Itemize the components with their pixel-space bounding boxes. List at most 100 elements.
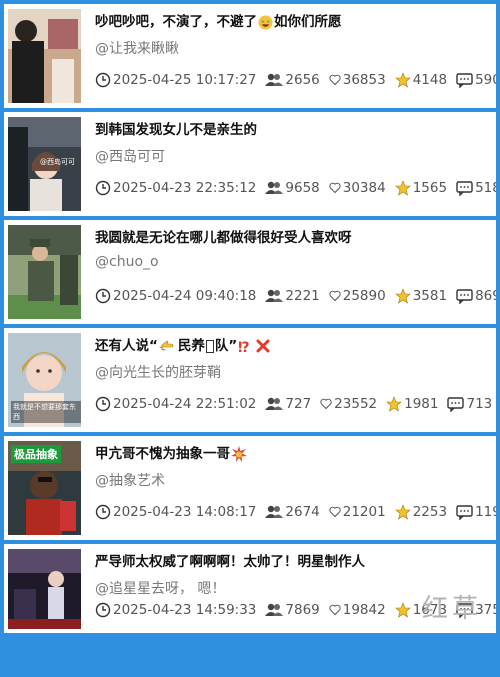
cross-mark-icon xyxy=(256,339,270,353)
item-users-count: 9658 xyxy=(285,180,320,196)
clock-icon xyxy=(95,288,111,304)
clock-icon xyxy=(95,180,111,196)
item-time: 2025-04-24 09:40:18 xyxy=(113,288,257,304)
clock-icon xyxy=(95,396,111,412)
item-comments-count: 590 xyxy=(475,72,496,88)
item-comments-count: 518 xyxy=(475,180,496,196)
item-likes-count: 25890 xyxy=(342,288,386,304)
item-comments-count: 1193 xyxy=(475,504,496,520)
exclamation-question-icon: ⁉ xyxy=(238,340,250,354)
item-stars-count: 2253 xyxy=(412,504,448,520)
svg-text:⁉: ⁉ xyxy=(238,340,250,354)
item-time: 2025-04-23 14:08:17 xyxy=(113,504,257,520)
item-users-count: 2221 xyxy=(285,288,320,304)
missing-glyph xyxy=(205,339,214,353)
clock-icon xyxy=(95,72,111,88)
video-thumbnail[interactable]: @西岛可可 xyxy=(8,117,81,211)
item-stats: 2025-04-24 22:51:02 727 23552 1981 713 xyxy=(95,396,496,412)
item-stats: 2025-04-25 10:17:27 2656 36853 4148 590 xyxy=(95,72,496,88)
users-icon xyxy=(265,397,284,410)
feed-item[interactable]: 我圆就是无论在哪儿都做得很好受人喜欢呀 @chuo_o 2025-04-24 0… xyxy=(4,220,496,324)
thumbnail-image xyxy=(8,549,81,629)
video-thumbnail[interactable]: 我就是不想要那套东西 xyxy=(8,333,81,427)
item-title[interactable]: 我圆就是无论在哪儿都做得很好受人喜欢呀 xyxy=(95,226,488,246)
thumbnail-image xyxy=(8,225,81,319)
item-title[interactable]: 吵吧吵吧，不演了，不避了 如你们所愿 xyxy=(95,10,488,30)
item-stats: 2025-04-23 22:35:12 9658 30384 1565 518 xyxy=(95,180,496,196)
users-icon xyxy=(265,181,284,194)
item-users-count: 2674 xyxy=(285,504,320,520)
item-stats: 2025-04-23 14:08:17 2674 21201 2253 1193 xyxy=(95,504,496,520)
item-author[interactable]: @让我来瞅瞅 xyxy=(95,38,179,58)
comment-icon[interactable] xyxy=(456,504,473,520)
item-likes-count: 30384 xyxy=(342,180,386,196)
heart-icon[interactable] xyxy=(320,398,332,410)
star-icon[interactable] xyxy=(394,288,411,304)
item-time: 2025-04-25 10:17:27 xyxy=(113,72,257,88)
comment-icon[interactable] xyxy=(456,288,473,304)
item-time: 2025-04-23 14:59:33 xyxy=(113,602,257,618)
item-users-count: 2656 xyxy=(285,72,320,88)
star-icon[interactable] xyxy=(394,602,411,618)
comment-icon[interactable] xyxy=(456,180,473,196)
users-icon xyxy=(265,73,284,86)
video-thumbnail[interactable] xyxy=(8,549,81,629)
star-icon[interactable] xyxy=(394,180,411,196)
video-thumbnail[interactable] xyxy=(8,9,81,103)
item-stars-count: 1565 xyxy=(412,180,448,196)
video-thumbnail[interactable] xyxy=(8,225,81,319)
item-likes-count: 19842 xyxy=(342,602,386,618)
feed-item[interactable]: 我就是不想要那套东西 还有人说“ 民养 队” ⁉ @向光生长的胚芽鞘 2025-04-… xyxy=(4,328,496,432)
item-author[interactable]: @追星星去呀， 嗯！ xyxy=(95,578,225,598)
item-likes-count: 23552 xyxy=(334,396,378,412)
heart-icon[interactable] xyxy=(329,604,341,616)
thumbnail-caption: 我就是不想要那套东西 xyxy=(11,401,81,423)
item-author[interactable]: @西岛可可 xyxy=(95,146,165,166)
feed-item[interactable]: 极品抽象 甲亢哥不愧为抽象一哥 @抽象艺术 2025-04-23 14:08:1… xyxy=(4,436,496,540)
pointing-hand-icon xyxy=(158,340,174,351)
item-title[interactable]: 到韩国发现女儿不是亲生的 xyxy=(95,118,488,138)
item-comments-count: 869 xyxy=(475,288,496,304)
video-feed: 吵吧吵吧，不演了，不避了 如你们所愿 @让我来瞅瞅 2025-04-25 10:1… xyxy=(4,4,496,673)
clock-icon xyxy=(95,504,111,520)
users-icon xyxy=(265,603,284,616)
item-time: 2025-04-24 22:51:02 xyxy=(113,396,257,412)
clock-icon xyxy=(95,602,111,618)
item-likes-count: 21201 xyxy=(342,504,386,520)
item-author[interactable]: @向光生长的胚芽鞘 xyxy=(95,362,221,382)
heart-icon[interactable] xyxy=(329,290,341,302)
explosion-icon xyxy=(231,446,247,462)
comment-icon[interactable] xyxy=(447,396,465,412)
heart-icon[interactable] xyxy=(329,506,341,518)
item-users-count: 727 xyxy=(285,396,312,412)
star-icon[interactable] xyxy=(386,396,402,412)
users-icon xyxy=(265,289,284,302)
laughing-emoji-icon xyxy=(258,14,273,30)
heart-icon[interactable] xyxy=(329,182,341,194)
item-title[interactable]: 还有人说“ 民养 队” ⁉ xyxy=(95,334,488,354)
thumbnail-image xyxy=(8,9,81,103)
feed-item[interactable]: @西岛可可 到韩国发现女儿不是亲生的 @西岛可可 2025-04-23 22:3… xyxy=(4,112,496,216)
item-author[interactable]: @抽象艺术 xyxy=(95,470,165,490)
item-title[interactable]: 严导师太权威了啊啊啊！太帅了！明星制作人 xyxy=(95,550,488,570)
users-icon xyxy=(265,505,284,518)
watermark: 红草 xyxy=(421,594,482,624)
item-stars-count: 1981 xyxy=(404,396,439,412)
item-stars-count: 4148 xyxy=(412,72,448,88)
comment-icon[interactable] xyxy=(456,72,473,88)
thumbnail-label: @西岛可可 xyxy=(40,158,75,166)
item-stars-count: 3581 xyxy=(412,288,448,304)
item-title[interactable]: 甲亢哥不愧为抽象一哥 xyxy=(95,442,488,462)
item-author[interactable]: @chuo_o xyxy=(95,254,159,270)
star-icon[interactable] xyxy=(394,504,411,520)
item-users-count: 7869 xyxy=(285,602,320,618)
feed-item[interactable]: 严导师太权威了啊啊啊！太帅了！明星制作人 @追星星去呀， 嗯！ 2025-04-… xyxy=(4,544,496,633)
item-stats: 2025-04-24 09:40:18 2221 25890 3581 869 xyxy=(95,288,496,304)
thumbnail-badge: 极品抽象 xyxy=(11,445,61,463)
heart-icon[interactable] xyxy=(329,74,341,86)
feed-item[interactable]: 吵吧吵吧，不演了，不避了 如你们所愿 @让我来瞅瞅 2025-04-25 10:1… xyxy=(4,4,496,108)
item-time: 2025-04-23 22:35:12 xyxy=(113,180,257,196)
video-thumbnail[interactable]: 极品抽象 xyxy=(8,441,81,535)
star-icon[interactable] xyxy=(394,72,411,88)
item-comments-count: 713 xyxy=(466,396,493,412)
